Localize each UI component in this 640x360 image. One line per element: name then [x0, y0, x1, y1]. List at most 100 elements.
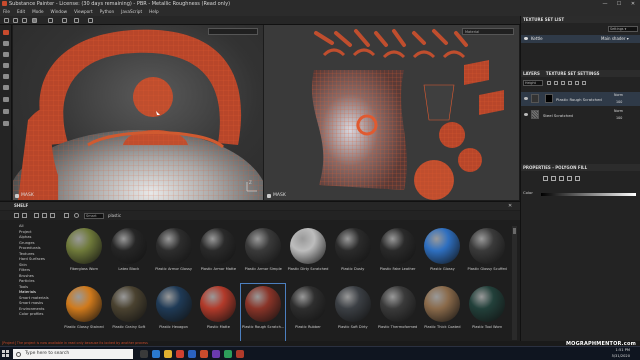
scrollbar-thumb[interactable]: [513, 228, 516, 234]
color-slider[interactable]: [541, 193, 636, 196]
visibility-eye-icon[interactable]: [524, 113, 528, 116]
material-item[interactable]: Plastic Thick Coated: [420, 284, 464, 341]
windows-start-icon[interactable]: [2, 350, 10, 358]
projection-tool-icon[interactable]: [3, 52, 9, 57]
menu-python[interactable]: Python: [100, 8, 115, 16]
size-icon[interactable]: [32, 18, 37, 23]
viewport-3d[interactable]: MASK Z: [13, 25, 263, 200]
stroke-icon[interactable]: [62, 18, 67, 23]
material-item[interactable]: Plastic Glossy: [420, 226, 464, 283]
material-item[interactable]: Plastic Tool Worn: [465, 284, 509, 341]
clone-tool-icon[interactable]: [3, 85, 9, 90]
minimize-button[interactable]: —: [598, 0, 612, 8]
save-icon[interactable]: [50, 213, 55, 218]
layer-row[interactable]: Steel Scratched Norm 100: [521, 108, 640, 122]
geometry-fill-icon[interactable]: [3, 63, 9, 68]
taskbar-clock[interactable]: 1:51 PM 5/31/2020: [612, 348, 630, 359]
layer-opacity[interactable]: 100: [616, 100, 622, 104]
add-fill-layer-icon[interactable]: [547, 81, 551, 85]
close-shelf-icon[interactable]: ✕: [508, 203, 512, 209]
menu-window[interactable]: Window: [51, 8, 68, 16]
material-item[interactable]: Plastic Dusty: [331, 226, 375, 283]
viewport-2d[interactable]: Material MASK: [264, 25, 519, 200]
add-mask-icon[interactable]: [561, 81, 565, 85]
material-item[interactable]: Latex Black: [107, 226, 151, 283]
menu-help[interactable]: Help: [149, 8, 159, 16]
texture-set-settings-dropdown[interactable]: Settings ▾: [608, 26, 638, 32]
task-view-icon[interactable]: [140, 350, 148, 358]
menu-mode[interactable]: Mode: [32, 8, 43, 16]
flow-icon[interactable]: [48, 18, 53, 23]
refresh-icon[interactable]: [74, 213, 79, 218]
menu-edit[interactable]: Edit: [17, 8, 25, 16]
channel-dropdown[interactable]: Height: [523, 80, 543, 86]
filter-icon[interactable]: [64, 213, 69, 218]
add-folder-icon[interactable]: [575, 81, 579, 85]
render-icon[interactable]: [3, 121, 9, 126]
menu-file[interactable]: File: [3, 8, 10, 16]
shelf-scrollbar[interactable]: [512, 226, 517, 340]
camera-icon[interactable]: [22, 18, 27, 23]
maximize-button[interactable]: ☐: [612, 0, 626, 8]
tab-layers[interactable]: LAYERS: [523, 70, 540, 77]
shelf-search-input[interactable]: Smart: [84, 213, 104, 219]
menu-javascript[interactable]: JavaScript: [121, 8, 142, 16]
fill-uv-icon[interactable]: [575, 176, 580, 181]
material-item[interactable]: Plastic Thermoformed: [376, 284, 420, 341]
file-explorer-icon[interactable]: [164, 350, 172, 358]
material-item[interactable]: Plastic Rubber: [286, 284, 330, 341]
material-item[interactable]: Plastic Grainy Soft: [107, 284, 151, 341]
material-item[interactable]: Plastic Dirty Scratched: [286, 226, 330, 283]
app-icon[interactable]: [224, 350, 232, 358]
picker-tool-icon[interactable]: [3, 97, 9, 102]
eraser-tool-icon[interactable]: [3, 41, 9, 46]
list-view-icon[interactable]: [14, 213, 19, 218]
material-item[interactable]: Plastic Armor Matte: [196, 226, 240, 283]
fill-polygon-icon[interactable]: [559, 176, 564, 181]
folder-icon[interactable]: [34, 213, 39, 218]
edge-icon[interactable]: [152, 350, 160, 358]
layer-row[interactable]: Plastic Rough Scratched Norm 100: [521, 92, 640, 106]
fill-triangle-icon[interactable]: [551, 176, 556, 181]
menu-viewport[interactable]: Viewport: [74, 8, 93, 16]
material-item[interactable]: Plastic Rough Scratch...: [240, 283, 287, 342]
import-icon[interactable]: [42, 213, 47, 218]
smudge-tool-icon[interactable]: [3, 74, 9, 79]
taskbar-search-input[interactable]: Type here to search: [13, 349, 133, 359]
material-item[interactable]: Plastic Glossy Scuffed: [465, 226, 509, 283]
texture-set-row[interactable]: Kettle Main shader ▾: [521, 35, 640, 43]
viewport-mode-right[interactable]: Material: [462, 28, 514, 35]
spacing-icon[interactable]: [74, 18, 79, 23]
material-item[interactable]: Plastic Matte: [196, 284, 240, 341]
material-item[interactable]: Fiberglass Worn: [62, 226, 106, 283]
visibility-eye-icon[interactable]: [524, 97, 528, 100]
add-layer-icon[interactable]: [554, 81, 558, 85]
material-item[interactable]: Plastic Armor Simple: [241, 226, 285, 283]
add-effect-icon[interactable]: [568, 81, 572, 85]
symmetry-icon[interactable]: [13, 18, 18, 23]
category-color-profiles[interactable]: Color profiles: [14, 312, 60, 318]
layer-opacity[interactable]: 100: [616, 116, 622, 120]
layer-blend-mode[interactable]: Norm: [614, 93, 623, 97]
store-icon[interactable]: [188, 350, 196, 358]
app-icon[interactable]: [236, 350, 244, 358]
visibility-eye-icon[interactable]: [524, 37, 528, 40]
app-icon[interactable]: [212, 350, 220, 358]
material-item[interactable]: Plastic Soft Dirty: [331, 284, 375, 341]
lazy-mouse-icon[interactable]: [88, 18, 93, 23]
delete-layer-icon[interactable]: [582, 81, 586, 85]
fill-geometry-icon[interactable]: [543, 176, 548, 181]
grid-view-icon[interactable]: [22, 213, 27, 218]
material-item[interactable]: Plastic Fake Leather: [376, 226, 420, 283]
material-item[interactable]: Plastic Glossy Stained: [62, 284, 106, 341]
brush-icon[interactable]: [4, 18, 9, 23]
close-button[interactable]: ✕: [626, 0, 640, 8]
bake-icon[interactable]: [3, 109, 9, 114]
shader-dropdown[interactable]: Main shader ▾: [601, 35, 629, 43]
chrome-icon[interactable]: [176, 350, 184, 358]
layer-blend-mode[interactable]: Norm: [614, 109, 623, 113]
tab-texture-set-settings[interactable]: TEXTURE SET SETTINGS: [546, 70, 600, 77]
shelf-filter-text[interactable]: plastic: [108, 213, 121, 218]
material-item[interactable]: Plastic Armor Glossy: [152, 226, 196, 283]
viewport-mode-left[interactable]: [208, 28, 258, 35]
